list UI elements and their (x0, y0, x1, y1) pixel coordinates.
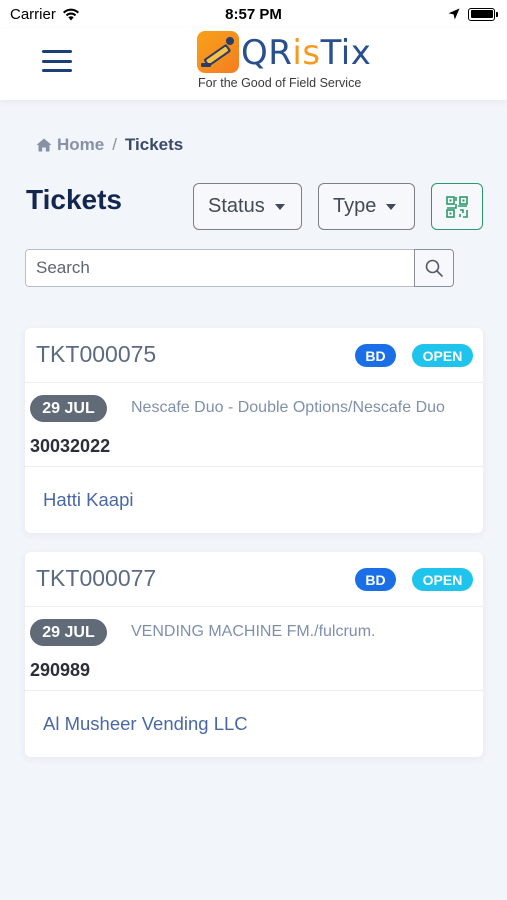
wifi-icon (62, 8, 79, 20)
ticket-id: TKT000077 (36, 565, 157, 591)
ticket-card-header: TKT000077 BD OPEN (25, 552, 483, 607)
caret-down-icon (274, 203, 285, 210)
status-bar: Carrier 8:57 PM (0, 0, 507, 28)
ticket-customer: Al Musheer Vending LLC (43, 713, 248, 734)
ticket-product: VENDING MACHINE FM./fulcrum. (131, 623, 376, 640)
ticket-customer: Hatti Kaapi (43, 489, 134, 510)
caret-down-icon (386, 203, 397, 210)
ticket-card-footer: Hatti Kaapi (25, 467, 483, 533)
carrier-label: Carrier (10, 5, 56, 23)
ticket-card[interactable]: TKT000077 BD OPEN 29 JUL VENDING MACHINE… (25, 552, 483, 757)
ticket-status-badge: OPEN (412, 568, 473, 591)
breadcrumb-current: Tickets (124, 135, 184, 154)
ticket-id: TKT000075 (36, 341, 157, 367)
search-input[interactable] (25, 249, 414, 287)
breadcrumb: Home / Tickets (36, 135, 183, 155)
page-title: Tickets (26, 184, 122, 215)
search-button[interactable] (414, 249, 454, 287)
qr-code-icon (446, 195, 468, 218)
status-filter-label: Status (208, 195, 265, 217)
ticket-category-badge: BD (355, 568, 396, 591)
qr-scan-button[interactable] (431, 183, 483, 230)
home-icon (36, 138, 52, 152)
logo-mark-icon (197, 31, 239, 73)
ticket-card-header: TKT000075 BD OPEN (25, 328, 483, 383)
ticket-category-badge: BD (355, 344, 396, 367)
ticket-date-pill: 29 JUL (30, 619, 107, 646)
status-left: Carrier (10, 6, 80, 23)
hamburger-menu-icon[interactable] (42, 47, 72, 75)
ticket-card-details: 29 JUL Nescafe Duo - Double Options/Nesc… (25, 383, 483, 467)
ticket-card-details: 29 JUL VENDING MACHINE FM./fulcrum. 2909… (25, 607, 483, 691)
logo-wordmark: QRisTix (241, 33, 372, 73)
battery-icon (468, 7, 498, 21)
breadcrumb-home-label: Home (57, 135, 105, 154)
ticket-serial: 290989 (30, 660, 91, 680)
ticket-status-badge: OPEN (412, 344, 473, 367)
status-filter-dropdown[interactable]: Status (193, 183, 302, 230)
ticket-serial: 30032022 (30, 436, 111, 456)
type-filter-label: Type (333, 195, 377, 217)
ticket-date-pill: 29 JUL (30, 395, 107, 422)
location-arrow-icon (448, 8, 460, 20)
search-icon (425, 259, 443, 277)
app-logo: QRisTix For the Good of Field Service (197, 31, 377, 93)
status-right (448, 7, 498, 21)
type-filter-dropdown[interactable]: Type (318, 183, 415, 230)
breadcrumb-home[interactable]: Home (36, 135, 104, 155)
ticket-card[interactable]: TKT000075 BD OPEN 29 JUL Nescafe Duo - D… (25, 328, 483, 533)
breadcrumb-separator: / (112, 135, 117, 154)
app-header: QRisTix For the Good of Field Service (0, 28, 507, 100)
ticket-product: Nescafe Duo - Double Options/Nescafe Duo (131, 399, 445, 416)
logo-tagline: For the Good of Field Service (198, 76, 362, 90)
ticket-card-footer: Al Musheer Vending LLC (25, 691, 483, 757)
search-bar (25, 249, 454, 287)
